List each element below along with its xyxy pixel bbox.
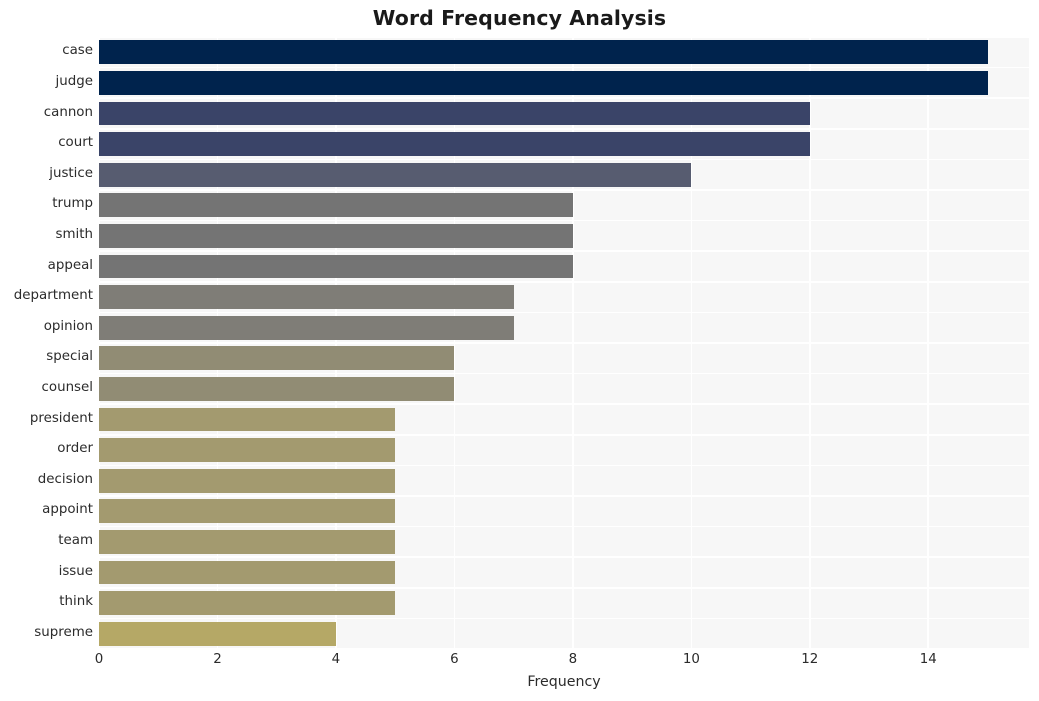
x-axis-tick-labels: 0 2 4 6 8 10 12 14	[0, 652, 1039, 674]
bar	[99, 560, 396, 585]
y-axis-tick-label: think	[59, 594, 93, 610]
y-axis-tick-label: case	[62, 43, 93, 59]
x-axis-tick-label: 6	[450, 652, 459, 667]
y-axis-tick-label: special	[46, 349, 93, 365]
bar	[99, 376, 455, 401]
bar	[99, 193, 573, 218]
chart-title: Word Frequency Analysis	[372, 6, 667, 30]
x-axis-tick-label: 14	[919, 652, 937, 667]
x-axis-title: Frequency	[527, 674, 601, 690]
y-axis-tick-label: order	[57, 441, 93, 457]
x-axis-tick-label: 2	[213, 652, 222, 667]
y-axis-tick-label: justice	[49, 165, 93, 181]
y-axis-tick-label: supreme	[34, 624, 93, 640]
y-axis-tick-label: decision	[37, 471, 93, 487]
bar	[99, 468, 396, 493]
y-axis-tick-label: smith	[55, 226, 93, 242]
y-axis-tick-label: opinion	[43, 318, 93, 334]
bar	[99, 70, 988, 95]
x-axis-tick-label: 4	[331, 652, 341, 667]
bar	[99, 346, 455, 371]
bar	[99, 254, 573, 279]
bar	[99, 315, 514, 340]
y-axis-tick-label: issue	[58, 563, 93, 579]
y-axis-tick-label: appoint	[42, 502, 93, 518]
y-axis-tick-label: appeal	[47, 257, 93, 273]
y-axis-tick-label: cannon	[43, 104, 93, 120]
bar	[99, 499, 396, 524]
plot-area	[99, 37, 1029, 649]
bar	[99, 162, 692, 187]
y-axis-tick-label: court	[58, 135, 93, 151]
y-axis-tick-label: president	[29, 410, 93, 426]
y-axis-tick-label: team	[58, 532, 93, 548]
chart-figure: Word Frequency Analysis case judge cannon c…	[0, 0, 1039, 701]
y-axis-tick-labels: case judge cannon court justice trump smith app…	[0, 37, 93, 649]
bar	[99, 101, 810, 126]
bar	[99, 223, 573, 248]
bar	[99, 438, 396, 463]
x-axis-tick-label: 12	[801, 652, 819, 667]
bar	[99, 407, 396, 432]
bar	[99, 40, 988, 65]
y-axis-tick-label: department	[13, 288, 93, 304]
y-axis-tick-label: counsel	[41, 379, 93, 395]
x-axis-tick-label: 10	[682, 652, 700, 667]
bar	[99, 529, 396, 554]
bars-container	[99, 37, 1029, 649]
y-axis-tick-label: judge	[55, 73, 93, 89]
y-axis-tick-label: trump	[52, 196, 93, 212]
x-axis-tick-label: 0	[94, 652, 104, 667]
x-axis-tick-label: 8	[568, 652, 578, 667]
bar	[99, 591, 396, 616]
bar	[99, 285, 514, 310]
bar	[99, 132, 810, 157]
bar	[99, 621, 336, 646]
